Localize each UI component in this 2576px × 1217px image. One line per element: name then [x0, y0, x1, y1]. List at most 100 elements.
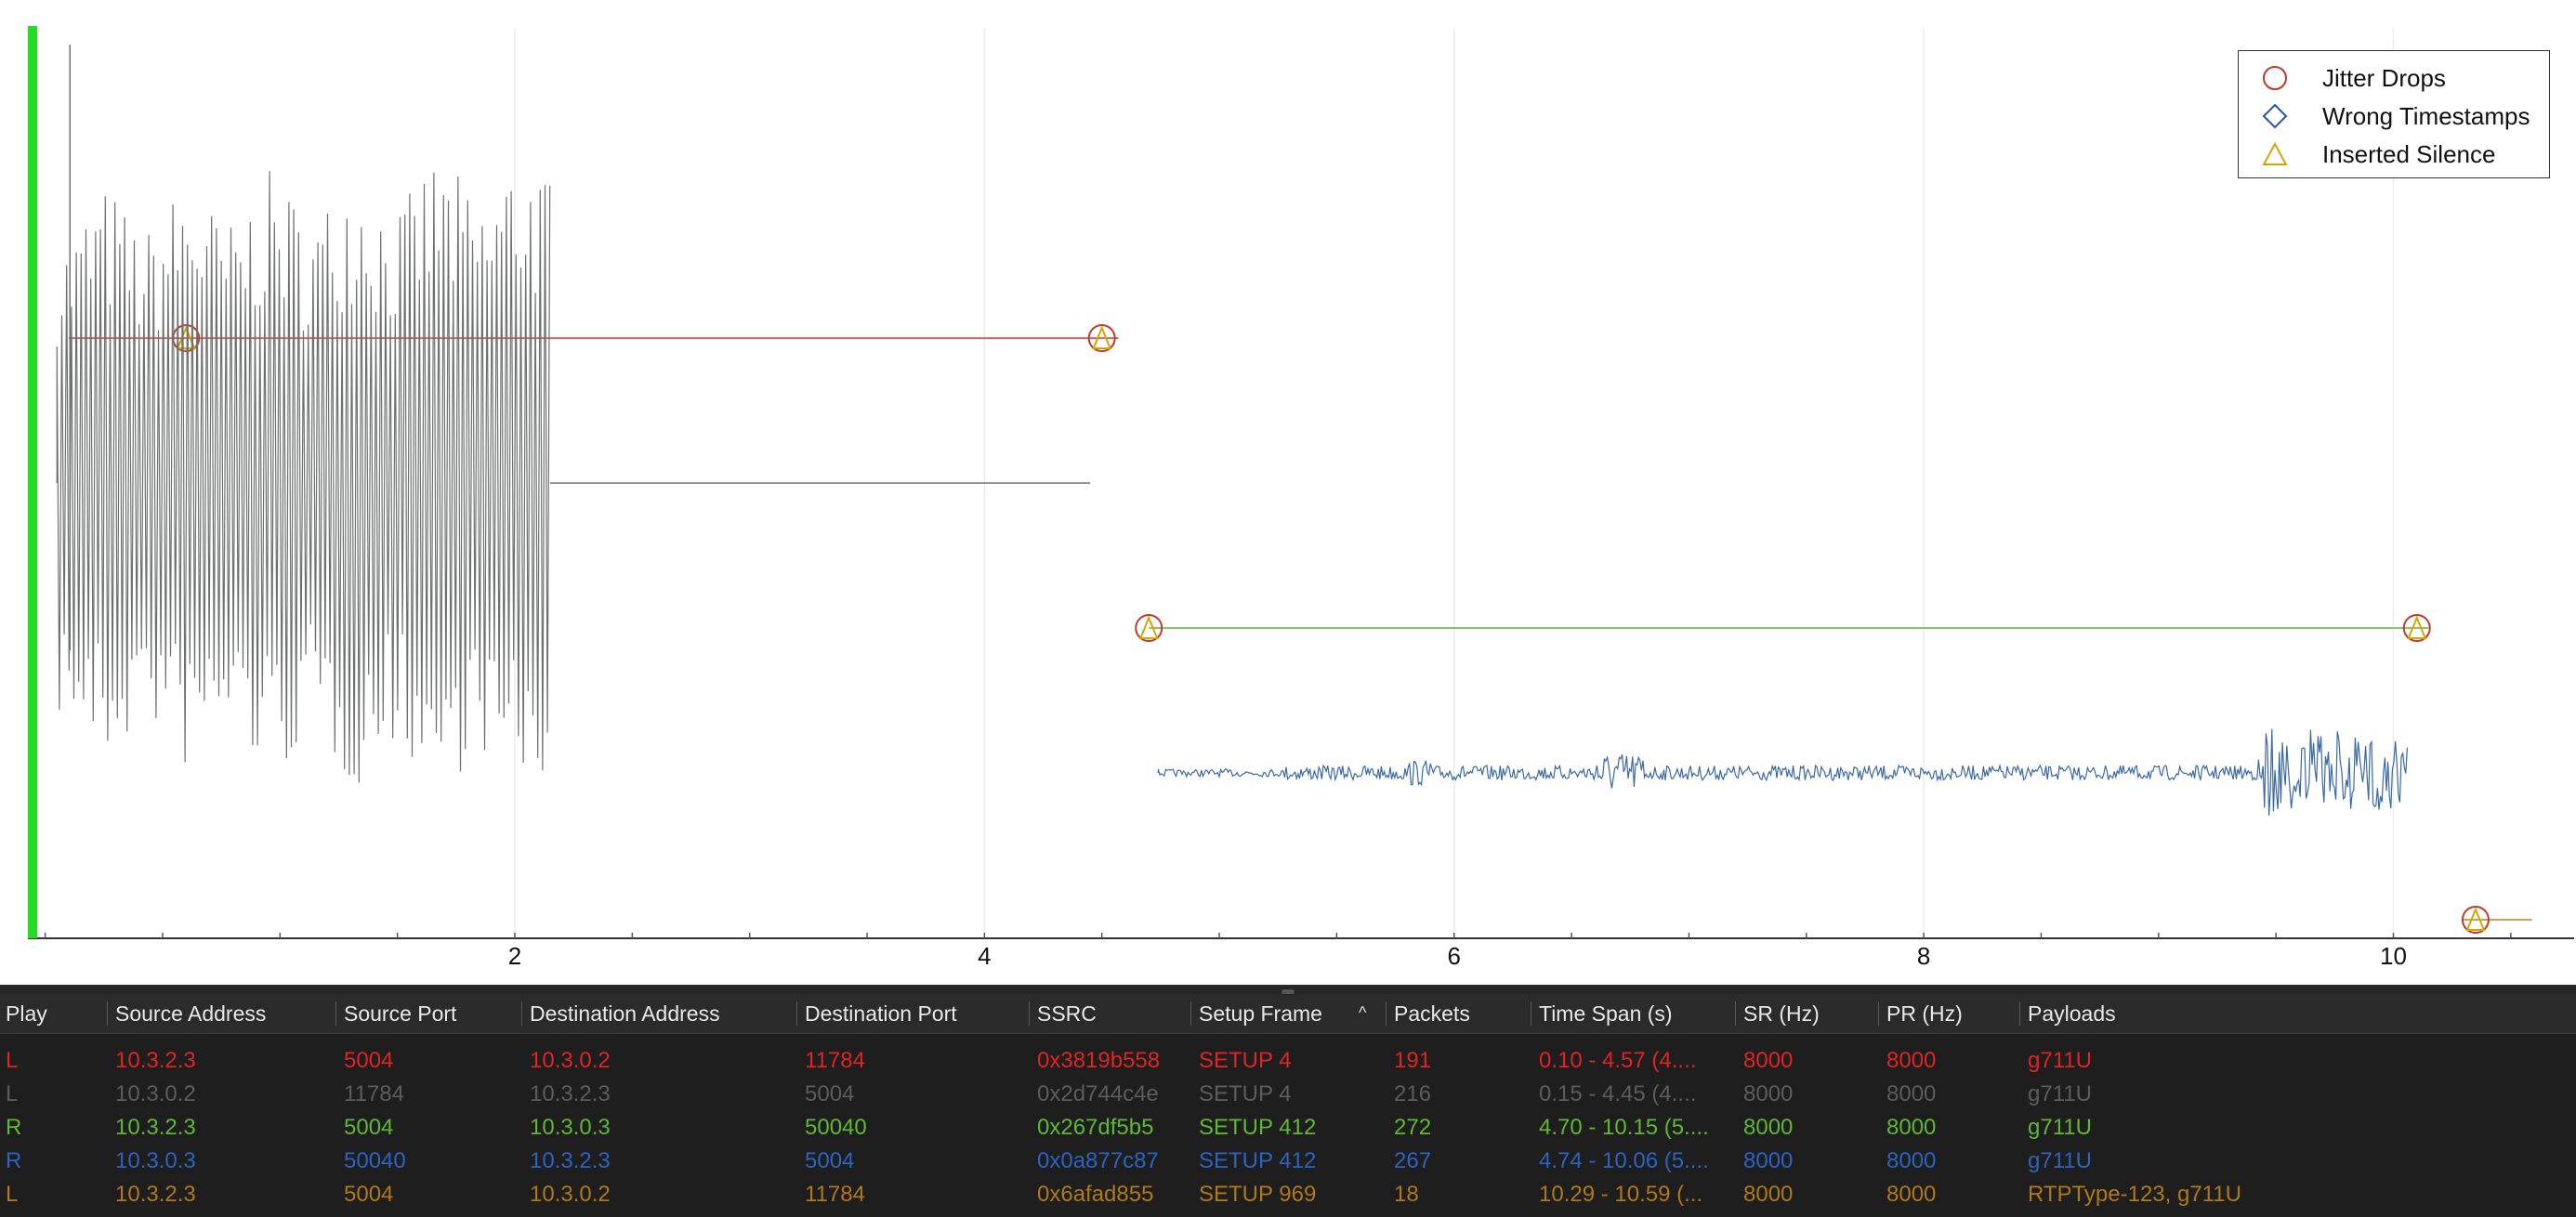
table-header: Play Source Address Source Port Destination…	[0, 994, 2576, 1034]
table-cell: 4.74 - 10.06 (5....	[1539, 1148, 1709, 1173]
table-cell: 10.3.2.3	[115, 1182, 196, 1207]
x-tick-label-10: 10	[2380, 942, 2407, 970]
table-row[interactable]: L 10.3.0.2 11784 10.3.2.3 5004 0x2d744c4e SETU…	[0, 1078, 2576, 1111]
chevron-up-icon[interactable]: ^	[1359, 1003, 1366, 1023]
column-separator[interactable]	[2019, 1001, 2020, 1026]
play-channel-cell[interactable]: R	[6, 1145, 21, 1178]
legend-item-diamond: Wrong Timestamps	[2239, 97, 2549, 134]
column-separator[interactable]	[521, 1001, 522, 1026]
table-cell: 8000	[1886, 1048, 1937, 1073]
legend-label: Wrong Timestamps	[2322, 102, 2530, 130]
column-separator[interactable]	[1029, 1001, 1030, 1026]
x-tick-label-6: 6	[1447, 942, 1461, 970]
table-cell: 8000	[1743, 1182, 1794, 1207]
table-cell: 0x6afad855	[1037, 1182, 1154, 1207]
stream-waveform-4	[1157, 728, 2408, 816]
table-cell: 4.70 - 10.15 (5....	[1539, 1115, 1709, 1140]
rtp-streams-table[interactable]: Play Source Address Source Port Destination…	[0, 994, 2576, 1217]
circle-icon	[2263, 66, 2287, 90]
diamond-icon	[2262, 103, 2288, 129]
playhead-cursor	[28, 26, 37, 938]
table-cell: SETUP 969	[1199, 1182, 1317, 1207]
table-cell: 8000	[1886, 1115, 1937, 1140]
table-cell: 272	[1394, 1115, 1432, 1140]
audio-waveform-plot[interactable]: Jitter Drops Wrong Timestamps Inserted Sil…	[0, 0, 2576, 985]
column-separator[interactable]	[796, 1001, 797, 1026]
table-cell: 8000	[1886, 1081, 1937, 1106]
table-cell: 0x267df5b5	[1037, 1115, 1154, 1140]
legend-item-circle: Jitter Drops	[2239, 59, 2549, 96]
table-cell: 10.3.0.2	[530, 1182, 611, 1207]
column-header-source-address[interactable]: Source Address	[115, 994, 266, 1033]
table-cell: 10.3.2.3	[115, 1048, 196, 1073]
play-channel-cell[interactable]: R	[6, 1111, 21, 1145]
table-cell: 0x3819b558	[1037, 1048, 1161, 1073]
table-cell: 0x0a877c87	[1037, 1148, 1159, 1173]
column-header-packets[interactable]: Packets	[1394, 994, 1470, 1033]
table-cell: 10.3.2.3	[530, 1148, 611, 1173]
play-channel-cell[interactable]: L	[6, 1178, 18, 1211]
play-channel-cell[interactable]: L	[6, 1078, 18, 1111]
table-cell: 5004	[344, 1182, 394, 1207]
table-cell: 11784	[805, 1048, 865, 1073]
table-cell: 5004	[344, 1048, 394, 1073]
table-cell: SETUP 412	[1199, 1115, 1317, 1140]
column-separator[interactable]	[335, 1001, 336, 1026]
table-cell: 8000	[1886, 1182, 1937, 1207]
table-cell: 18	[1394, 1182, 1419, 1207]
table-cell: 0.10 - 4.57 (4....	[1539, 1048, 1697, 1073]
table-cell: 11784	[805, 1182, 865, 1207]
column-separator[interactable]	[1878, 1001, 1879, 1026]
table-cell: 8000	[1743, 1115, 1794, 1140]
table-cell: g711U	[2028, 1048, 2092, 1073]
waveform-canvas[interactable]	[0, 0, 2576, 985]
column-header-time-span-s[interactable]: Time Span (s)	[1539, 994, 1673, 1033]
table-cell: g711U	[2028, 1115, 2092, 1140]
table-row[interactable]: R 10.3.0.3 50040 10.3.2.3 5004 0x0a877c87 SETU…	[0, 1145, 2576, 1178]
column-header-setup-frame[interactable]: Setup Frame	[1199, 994, 1322, 1033]
legend-item-triangle: Inserted Silence	[2239, 135, 2549, 172]
table-row[interactable]: L 10.3.2.3 5004 10.3.0.2 11784 0x3819b558 SETU…	[0, 1044, 2576, 1078]
column-header-pr-hz[interactable]: PR (Hz)	[1886, 994, 1963, 1033]
legend: Jitter Drops Wrong Timestamps Inserted Sil…	[2238, 50, 2550, 178]
column-header-ssrc[interactable]: SSRC	[1037, 994, 1097, 1033]
table-row[interactable]: R 10.3.2.3 5004 10.3.0.3 50040 0x267df5b5 SETU…	[0, 1111, 2576, 1145]
triangle-icon	[2262, 141, 2288, 165]
table-cell: 8000	[1743, 1081, 1794, 1106]
column-header-payloads[interactable]: Payloads	[2028, 994, 2116, 1033]
x-tick-label-4: 4	[978, 942, 992, 970]
table-cell: 10.3.0.2	[115, 1081, 196, 1106]
table-cell: 10.3.2.3	[115, 1115, 196, 1140]
table-cell: RTPType-123, g711U	[2028, 1182, 2241, 1207]
table-cell: g711U	[2028, 1148, 2092, 1173]
x-tick-label-2: 2	[507, 942, 522, 970]
table-cell: 0.15 - 4.45 (4....	[1539, 1081, 1697, 1106]
column-header-source-port[interactable]: Source Port	[344, 994, 456, 1033]
table-cell: 5004	[344, 1115, 394, 1140]
table-cell: 10.3.0.3	[115, 1148, 196, 1173]
column-header-sr-hz[interactable]: SR (Hz)	[1743, 994, 1820, 1033]
table-cell: 11784	[344, 1081, 404, 1106]
table-cell: 10.3.0.3	[530, 1115, 611, 1140]
play-channel-cell[interactable]: L	[6, 1044, 18, 1078]
column-header-destination-address[interactable]: Destination Address	[530, 994, 720, 1033]
column-separator[interactable]	[107, 1001, 108, 1026]
legend-label: Jitter Drops	[2322, 64, 2446, 92]
column-separator[interactable]	[1735, 1001, 1736, 1026]
table-cell: 50040	[805, 1115, 867, 1140]
table-cell: 10.29 - 10.59 (...	[1539, 1182, 1703, 1207]
table-cell: 5004	[805, 1148, 855, 1173]
column-separator[interactable]	[1190, 1001, 1191, 1026]
column-header-destination-port[interactable]: Destination Port	[805, 994, 957, 1033]
table-cell: SETUP 4	[1199, 1048, 1292, 1073]
table-cell: g711U	[2028, 1081, 2092, 1106]
table-cell: 8000	[1886, 1148, 1937, 1173]
column-separator[interactable]	[1386, 1001, 1387, 1026]
table-cell: 50040	[344, 1148, 406, 1173]
column-header-play[interactable]: Play	[6, 994, 47, 1033]
table-cell: 10.3.2.3	[530, 1081, 611, 1106]
table-row[interactable]: L 10.3.2.3 5004 10.3.0.2 11784 0x6afad855 SETU…	[0, 1178, 2576, 1211]
table-cell: 191	[1394, 1048, 1432, 1073]
table-cell: 0x2d744c4e	[1037, 1081, 1159, 1106]
table-cell: 5004	[805, 1081, 855, 1106]
